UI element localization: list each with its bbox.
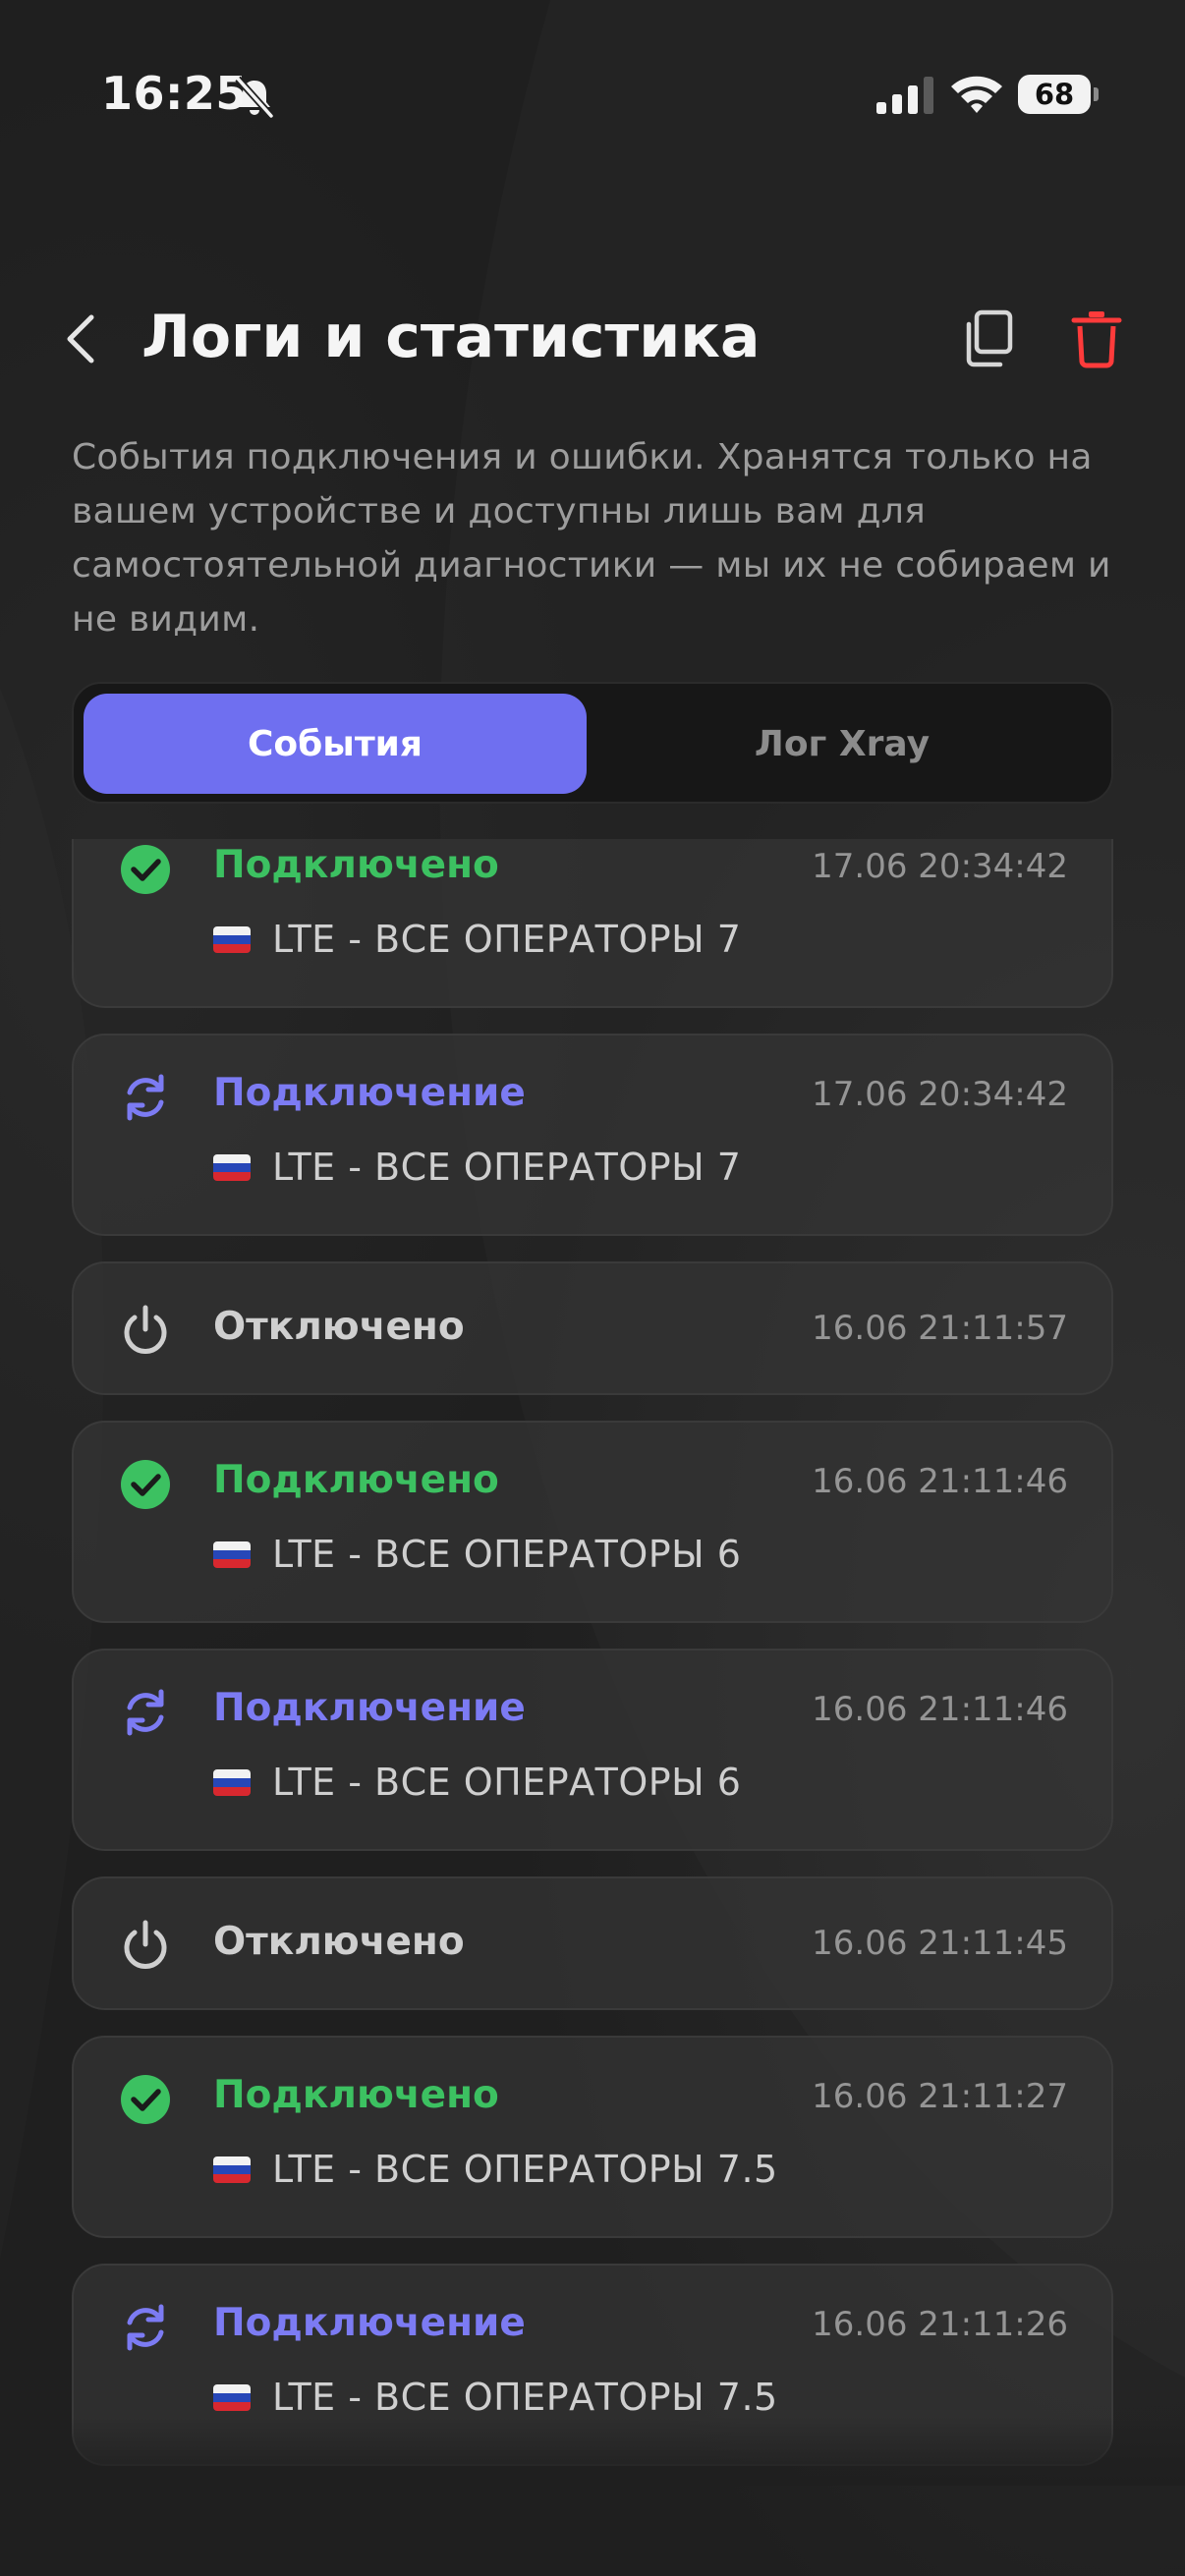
status-bar: 16:25 68 [0,61,1185,130]
check-circle-icon [121,845,170,894]
event-server: LTE - ВСЕ ОПЕРАТОРЫ 7.5 [213,2376,778,2419]
russia-flag-icon [213,925,251,953]
event-card: Подключение 17.06 20:34:42 LTE - ВСЕ ОПЕ… [72,1034,1113,1236]
events-list[interactable]: Подключено 17.06 20:34:42 LTE - ВСЕ ОПЕР… [0,839,1185,2476]
russia-flag-icon [213,1153,251,1181]
sync-icon [127,1074,164,1121]
server-name: LTE - ВСЕ ОПЕРАТОРЫ 7 [272,918,742,961]
event-time: 17.06 20:34:42 [812,847,1068,886]
event-time: 16.06 21:11:46 [812,1462,1068,1501]
event-status: Подключено [213,843,499,887]
server-name: LTE - ВСЕ ОПЕРАТОРЫ 7.5 [272,2148,778,2191]
russia-flag-icon [213,2156,251,2183]
page-title: Логи и статистика [141,303,761,371]
event-time: 16.06 21:11:57 [812,1309,1068,1348]
sync-icon [127,2304,164,2351]
event-server: LTE - ВСЕ ОПЕРАТОРЫ 7.5 [213,2148,778,2191]
battery-cap [1094,87,1099,101]
power-icon [124,1305,167,1354]
event-time: 16.06 21:11:45 [812,1924,1068,1963]
event-server: LTE - ВСЕ ОПЕРАТОРЫ 7 [213,918,741,961]
check-circle-icon [121,1460,170,1509]
trash-icon [1071,311,1122,368]
event-status: Подключение [213,1686,526,1730]
delete-button[interactable] [1069,308,1124,369]
wifi-icon [951,76,1002,113]
event-time: 17.06 20:34:42 [812,1075,1068,1114]
description-text: События подключения и ошибки. Хранятся т… [72,437,1111,640]
russia-flag-icon [213,1540,251,1568]
bell-slash-icon [235,76,274,119]
server-name: LTE - ВСЕ ОПЕРАТОРЫ 6 [272,1761,742,1804]
event-status: Подключение [213,1071,526,1115]
server-name: LTE - ВСЕ ОПЕРАТОРЫ 7.5 [272,2376,778,2419]
russia-flag-icon [213,1768,251,1796]
event-time: 16.06 21:11:27 [812,2077,1068,2116]
event-status: Отключено [213,1305,465,1349]
tab-events[interactable]: События [84,694,587,794]
event-status: Подключение [213,2301,526,2345]
back-button[interactable] [51,307,110,371]
server-name: LTE - ВСЕ ОПЕРАТОРЫ 6 [272,1533,742,1576]
event-card: Подключено 16.06 21:11:46 LTE - ВСЕ ОПЕР… [72,1421,1113,1623]
event-server: LTE - ВСЕ ОПЕРАТОРЫ 7 [213,1146,741,1189]
copy-button[interactable] [961,308,1018,369]
list-fade [0,2417,1185,2486]
check-circle-icon [121,2075,170,2124]
event-card: Отключено 16.06 21:11:45 [72,1876,1113,2010]
power-icon [124,1920,167,1969]
event-card: Отключено 16.06 21:11:57 [72,1261,1113,1395]
logs-screen: 16:25 68 Логи и статистика События подкл… [0,0,1185,2576]
cellular-signal-icon [876,77,933,114]
event-status: Подключено [213,1458,499,1502]
copy-icon [966,309,1013,367]
sync-icon [127,1689,164,1736]
event-time: 16.06 21:11:46 [812,1690,1068,1729]
tabs-segmented-control: События Лог Xray [72,682,1113,804]
server-name: LTE - ВСЕ ОПЕРАТОРЫ 7 [272,1146,742,1189]
battery-icon: 68 [1018,75,1099,114]
status-time: 16:25 [101,67,248,120]
events-list-content: Подключено 17.06 20:34:42 LTE - ВСЕ ОПЕР… [72,839,1113,2476]
event-status: Подключено [213,2073,499,2117]
battery-level: 68 [1034,78,1075,111]
tab-xray-log[interactable]: Лог Xray [591,694,1094,794]
event-server: LTE - ВСЕ ОПЕРАТОРЫ 6 [213,1761,741,1804]
event-card: Подключено 16.06 21:11:27 LTE - ВСЕ ОПЕР… [72,2036,1113,2238]
event-card: Подключение 16.06 21:11:46 LTE - ВСЕ ОПЕ… [72,1649,1113,1851]
event-time: 16.06 21:11:26 [812,2305,1068,2344]
event-status: Отключено [213,1920,465,1964]
event-server: LTE - ВСЕ ОПЕРАТОРЫ 6 [213,1533,741,1576]
chevron-left-icon [67,314,94,364]
event-card: Подключено 17.06 20:34:42 LTE - ВСЕ ОПЕР… [72,839,1113,1008]
russia-flag-icon [213,2383,251,2411]
